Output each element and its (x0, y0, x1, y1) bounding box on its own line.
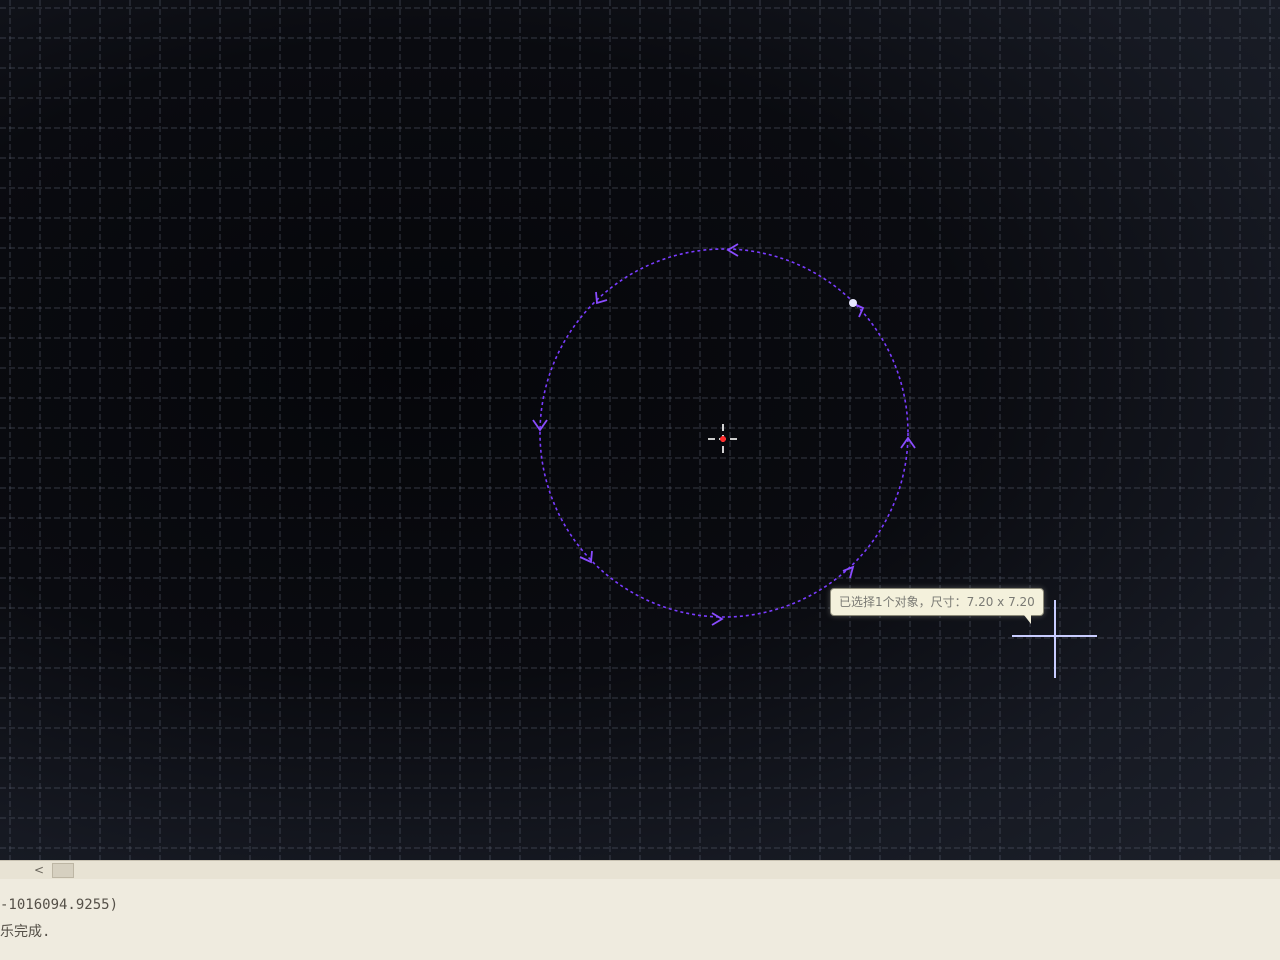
chevron-arrow-icon (595, 291, 608, 305)
crosshair-icon (708, 424, 740, 456)
command-history-line: 乐完成. (0, 924, 51, 940)
chevron-arrow-icon (711, 612, 724, 626)
scroll-left-arrow-icon[interactable]: < (30, 861, 48, 879)
selection-tooltip: 已选择1个对象，尺寸：7.20 x 7.20 (830, 588, 1044, 624)
direction-arrows (532, 243, 916, 626)
chevron-arrow-icon (579, 550, 593, 564)
chevron-arrow-icon (726, 243, 739, 257)
drawing-layer (532, 243, 1097, 678)
tooltip-text: 已选择1个对象，尺寸：7.20 x 7.20 (839, 595, 1035, 609)
command-history-line: -1016094.9255) (0, 897, 119, 913)
command-line-panel[interactable]: -1016094.9255) 乐完成. (0, 879, 1280, 960)
horizontal-scrollbar[interactable]: < (0, 860, 1280, 879)
scrollbar-thumb[interactable] (52, 863, 74, 878)
drawing-canvas[interactable]: 已选择1个对象，尺寸：7.20 x 7.20 (0, 0, 1280, 860)
cad-application: 已选择1个对象，尺寸：7.20 x 7.20 < -1016094.9255) … (0, 0, 1280, 960)
grip-point[interactable] (849, 299, 857, 307)
